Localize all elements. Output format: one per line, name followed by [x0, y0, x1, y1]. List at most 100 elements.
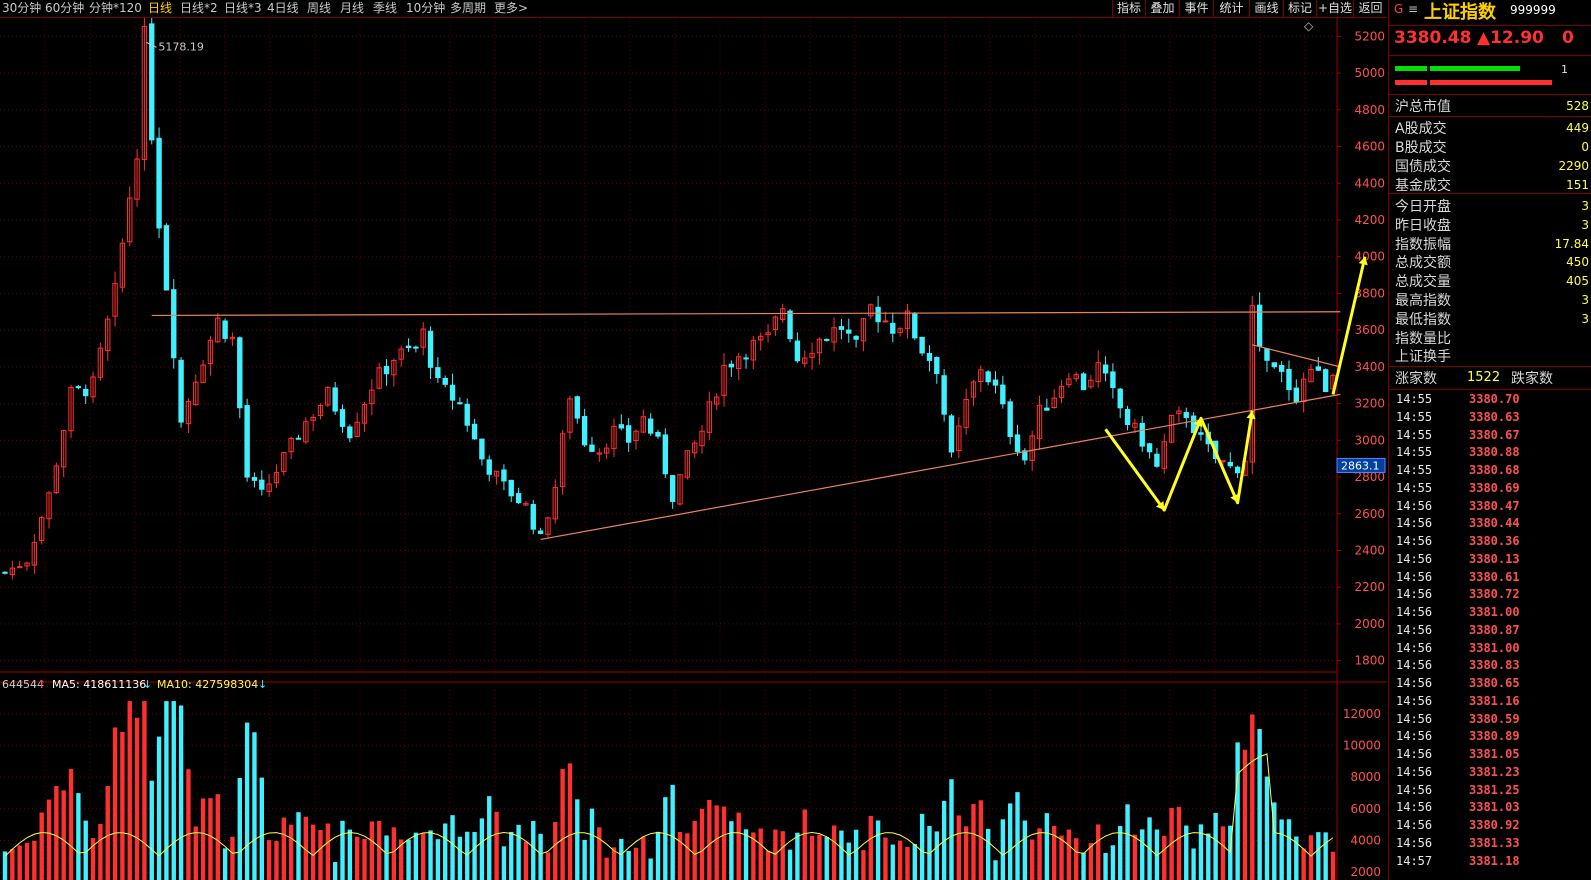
price-tick-label: 3200	[1354, 397, 1385, 411]
volume-bar	[61, 790, 66, 880]
tick-time: 14:56	[1396, 640, 1433, 655]
volume-bar	[670, 784, 675, 880]
diamond-icon: ◇	[1304, 19, 1314, 33]
stat-value: 0	[1581, 140, 1589, 154]
mark-button[interactable]: 标记	[1283, 0, 1316, 17]
volume-bar	[905, 846, 910, 880]
tick-time: 14:57	[1396, 853, 1433, 868]
tick-time: 14:56	[1396, 782, 1433, 797]
volume-bar	[105, 786, 110, 880]
candle-body	[149, 23, 155, 141]
volume-bar	[633, 847, 639, 880]
volume-bar	[655, 831, 661, 880]
volume-tick-label: 12000	[1343, 707, 1381, 721]
price-tick-label: 2000	[1354, 617, 1385, 631]
volume-bar	[1029, 839, 1035, 880]
tick-time: 14:56	[1396, 622, 1433, 637]
tick-price: 3380.36	[1469, 534, 1520, 548]
candle-body	[787, 310, 793, 340]
volume-bar	[736, 812, 741, 880]
kline-chart[interactable]: 1800200022002400260028003000320034003600…	[0, 18, 1387, 880]
period-monthly[interactable]: 月线	[340, 0, 364, 17]
volume-bar	[1074, 838, 1079, 880]
price-tick-label: 4600	[1354, 140, 1385, 154]
volume-bar	[890, 844, 895, 880]
volume-bar	[347, 829, 353, 880]
tick-price: 3381.03	[1469, 800, 1520, 815]
candle-body	[1286, 368, 1292, 391]
volume-bar	[685, 833, 690, 880]
stat-label: A股成交	[1395, 121, 1447, 137]
volume-bar	[780, 831, 785, 880]
volume-bar	[839, 830, 844, 880]
period-weekly[interactable]: 周线	[307, 0, 331, 17]
stat-label: 指数量比	[1395, 330, 1451, 347]
candle-body	[941, 375, 947, 415]
volume-bar	[1279, 819, 1284, 880]
period-multi[interactable]: 多周期	[450, 0, 486, 17]
candle-body	[464, 403, 470, 426]
volume-bar	[259, 777, 264, 880]
volume-bar	[413, 832, 419, 880]
period-daily-3[interactable]: 日线*3	[224, 0, 262, 17]
price-tick-label: 1800	[1354, 654, 1385, 668]
candle-body	[537, 530, 544, 534]
tick-price: 3381.00	[1469, 640, 1520, 655]
volume-bar	[846, 842, 851, 880]
candle-body	[1117, 388, 1123, 409]
candle-body	[295, 437, 302, 440]
tick-price: 3381.23	[1469, 764, 1520, 779]
event-button[interactable]: 事件	[1179, 0, 1213, 17]
volume-bar	[222, 848, 228, 880]
volume-bar	[244, 722, 250, 880]
volume-bar	[149, 780, 154, 880]
volume-bar	[186, 769, 191, 880]
volume-bar	[1066, 829, 1072, 880]
volume-bar	[252, 732, 257, 880]
period-daily-2[interactable]: 日线*2	[180, 0, 218, 17]
volume-bar	[641, 836, 646, 880]
volume-bar	[24, 842, 30, 880]
volume-bar	[883, 837, 888, 880]
period-4day[interactable]: 4日线	[267, 0, 299, 17]
menu-icon[interactable]: ≡	[1408, 2, 1418, 16]
volume-bar	[538, 833, 543, 880]
draw-line-button[interactable]: 画线	[1249, 0, 1283, 17]
breadth-bar-red-2	[1430, 80, 1552, 85]
period-quarterly[interactable]: 季线	[373, 0, 397, 17]
candle-body	[222, 320, 228, 339]
period-min-120[interactable]: 分钟*120	[89, 0, 142, 17]
candle-body	[435, 367, 441, 379]
tick-time: 14:56	[1396, 764, 1433, 779]
candle-body	[339, 409, 346, 427]
back-button[interactable]: 返回	[1353, 0, 1387, 17]
period-more[interactable]: 更多>	[494, 0, 528, 17]
tick-price: 3380.13	[1469, 551, 1520, 566]
candle-body	[890, 322, 896, 334]
volume-bar	[831, 825, 837, 880]
scroll-marker: 1	[1561, 63, 1568, 76]
volume-tick-label: 10000	[1343, 738, 1381, 752]
volume-bar	[795, 832, 800, 880]
tick-price: 3380.59	[1469, 711, 1520, 726]
period-daily[interactable]: 日线	[148, 0, 172, 17]
volume-bar	[32, 840, 37, 880]
candle-body	[486, 459, 492, 475]
volume-bar	[567, 763, 573, 880]
tick-price: 3380.89	[1469, 729, 1520, 744]
overlay-button[interactable]: 叠加	[1145, 0, 1179, 17]
volume-bar	[120, 732, 125, 880]
period-30min[interactable]: 30分钟	[2, 0, 41, 17]
indicator-button[interactable]: 指标	[1112, 0, 1145, 17]
volume-bar	[1052, 825, 1057, 880]
volume-bar	[46, 799, 52, 880]
volume-bar	[1044, 813, 1050, 880]
tick-time: 14:55	[1396, 409, 1433, 424]
add-watchlist-button[interactable]: +自选	[1316, 0, 1353, 17]
stat-label: 上证换手	[1395, 349, 1451, 366]
period-10min[interactable]: 10分钟	[406, 0, 445, 17]
statistics-button[interactable]: 统计	[1213, 0, 1249, 17]
volume-bar	[230, 836, 235, 880]
candle-body	[1000, 384, 1006, 405]
period-60min[interactable]: 60分钟	[45, 0, 84, 17]
